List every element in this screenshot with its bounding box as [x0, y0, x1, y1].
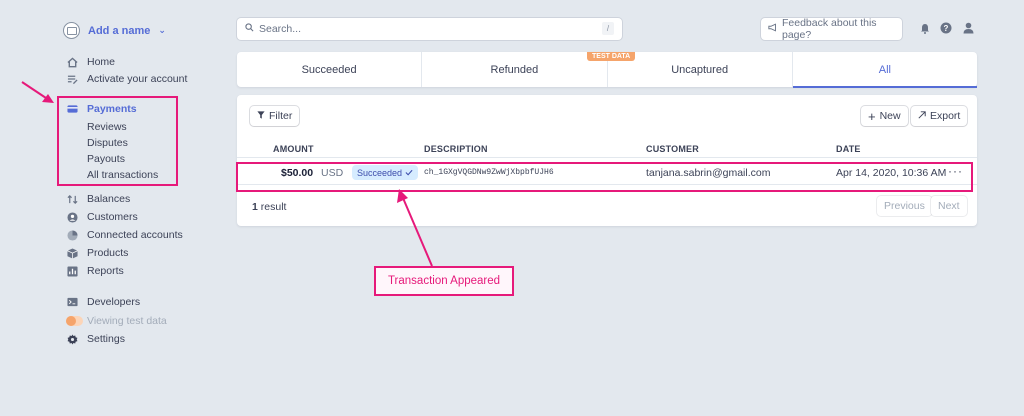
previous-page-button[interactable]: Previous — [877, 196, 932, 216]
filter-button[interactable]: Filter — [250, 106, 300, 126]
filter-label: Filter — [269, 110, 293, 122]
result-count: 1 result — [252, 201, 286, 213]
account-switcher[interactable]: Add a name ⌄ — [63, 22, 166, 39]
sidebar-item-activate[interactable]: Activate your account — [66, 72, 187, 86]
feedback-button[interactable]: Feedback about this page? — [761, 17, 902, 41]
export-label: Export — [930, 110, 961, 122]
tab-uncaptured[interactable]: Uncaptured — [608, 52, 793, 87]
sidebar-item-label: Balances — [87, 193, 131, 205]
chevron-down-icon: ⌄ — [158, 25, 166, 35]
export-button[interactable]: Export — [911, 106, 968, 126]
new-button[interactable]: + New — [861, 106, 908, 126]
payments-table-card: Filter + New Export AMOUNT DESCRIPTION C… — [237, 95, 977, 226]
search-bar[interactable]: / — [237, 18, 622, 40]
annotation-callout: Transaction Appeared — [374, 266, 514, 296]
sidebar-item-label: Viewing test data — [87, 315, 167, 327]
customer-icon — [66, 211, 78, 223]
search-icon — [245, 23, 254, 35]
notifications-bell-icon[interactable] — [919, 22, 931, 34]
tab-all[interactable]: All — [792, 52, 978, 88]
new-label: New — [879, 110, 901, 122]
account-logo-icon — [63, 22, 80, 39]
megaphone-icon — [768, 23, 778, 35]
sidebar-item-label: Home — [87, 56, 116, 68]
column-header-customer[interactable]: CUSTOMER — [646, 144, 699, 154]
column-header-description[interactable]: DESCRIPTION — [424, 144, 488, 154]
next-page-button[interactable]: Next — [931, 196, 967, 216]
reports-icon — [66, 265, 78, 277]
divider — [237, 157, 977, 158]
sidebar-item-label: Customers — [87, 211, 138, 223]
sidebar-item-connected-accounts[interactable]: Connected accounts — [66, 228, 183, 242]
user-profile-icon[interactable] — [962, 22, 974, 34]
feedback-label: Feedback about this page? — [782, 17, 877, 41]
tab-succeeded[interactable]: Succeeded — [237, 52, 423, 87]
terminal-icon — [66, 296, 78, 308]
account-name: Add a name — [88, 24, 151, 37]
sidebar-item-label: Reports — [87, 265, 124, 277]
plus-icon: + — [868, 108, 876, 124]
test-data-toggle[interactable]: Viewing test data — [66, 314, 167, 328]
filter-icon — [257, 110, 265, 122]
sidebar-item-products[interactable]: Products — [66, 246, 128, 260]
transaction-highlight-box — [236, 162, 973, 192]
gear-icon — [66, 333, 78, 345]
svg-text:?: ? — [944, 24, 949, 33]
sidebar-item-developers[interactable]: Developers — [66, 295, 140, 309]
box-icon — [66, 247, 78, 259]
sidebar-item-label: Activate your account — [87, 73, 188, 85]
column-header-amount[interactable]: AMOUNT — [273, 144, 314, 154]
search-shortcut-hint: / — [602, 22, 614, 35]
sidebar-item-settings[interactable]: Settings — [66, 332, 125, 346]
sidebar-item-home[interactable]: Home — [66, 55, 115, 69]
tab-refunded[interactable]: Refunded — [422, 52, 608, 87]
sidebar-item-reports[interactable]: Reports — [66, 264, 124, 278]
sidebar-item-label: Connected accounts — [87, 229, 183, 241]
sidebar: Add a name ⌄ Home Activate your account … — [0, 0, 230, 416]
result-number: 1 — [252, 201, 258, 213]
sidebar-item-label: Products — [87, 247, 129, 259]
payments-highlight-box — [57, 96, 178, 186]
sidebar-item-balances[interactable]: Balances — [66, 192, 130, 206]
toggle-switch[interactable] — [66, 316, 83, 326]
result-label: result — [260, 201, 287, 213]
test-data-badge: TEST DATA — [587, 52, 636, 61]
sidebar-item-label: Developers — [87, 296, 141, 308]
home-icon — [66, 56, 78, 68]
balances-icon — [66, 193, 78, 205]
export-arrow-icon — [918, 110, 926, 122]
list-edit-icon — [66, 73, 78, 85]
sidebar-item-label: Settings — [87, 333, 125, 345]
sidebar-item-customers[interactable]: Customers — [66, 210, 138, 224]
help-icon[interactable]: ? — [940, 22, 952, 34]
column-header-date[interactable]: DATE — [836, 144, 861, 154]
search-input[interactable] — [259, 23, 589, 35]
connected-icon — [66, 229, 78, 241]
